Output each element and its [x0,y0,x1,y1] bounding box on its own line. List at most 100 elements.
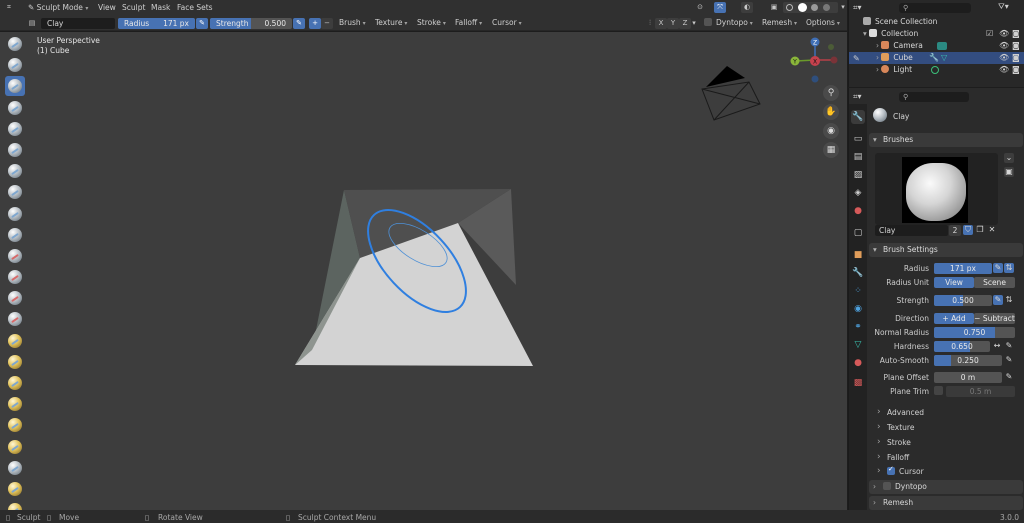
tool-fill[interactable] [5,267,25,287]
menu-falloff[interactable]: Falloff [455,18,482,27]
dyntopo-panel-header[interactable]: › Dyntopo [869,480,1023,494]
outliner-search-input[interactable]: ⚲ [899,3,971,13]
camera-view-icon[interactable]: ◉ [823,123,839,139]
tool-clay-thumb[interactable] [5,119,25,139]
menu-view[interactable]: View [98,3,116,12]
hardness-invert-icon[interactable]: ↔ [992,341,1002,351]
tool-thumb[interactable] [5,415,25,435]
solid-shading-icon[interactable] [798,3,807,12]
modifier-wrench-icon[interactable]: 🔧 [929,52,939,64]
radius-unit-scene-button[interactable]: Scene [974,277,1015,288]
direction-add-toggle[interactable]: + Add [934,313,974,324]
tool-crease[interactable] [5,204,25,224]
normal-radius-slider[interactable]: 0.750 [934,327,1015,338]
editor-type-icon[interactable]: ⌗ [3,2,15,13]
mesh-data-icon[interactable]: ▽ [941,52,947,64]
symmetry-x-button[interactable]: X [655,18,667,29]
direction-subtract-toggle[interactable]: − Subtract [974,313,1015,324]
zoom-icon[interactable]: ⚲ [823,85,839,101]
3d-viewport[interactable]: Z Y X User Perspective (1) Cube ⚲ ✋ ◉ ▦ [0,32,847,510]
plane-offset-pressure-icon[interactable]: ✎ [1004,372,1014,382]
tool-scrape[interactable] [5,288,25,308]
radius-pressure-icon[interactable]: ✎ [196,18,208,29]
tool-pinch[interactable] [5,331,25,351]
brush-preview[interactable] [875,153,998,225]
remesh-panel-header[interactable]: › Remesh [869,496,1023,510]
outliner-item-cube[interactable]: › Cube 🔧 ▽ 👁 ◙ [849,52,1024,64]
symmetry-y-button[interactable]: Y [667,18,679,29]
brush-name-field[interactable]: Clay [41,18,115,29]
unlink-brush-icon[interactable]: ✕ [987,225,997,235]
autosmooth-slider[interactable]: 0.250 [934,355,1002,366]
menu-face-sets[interactable]: Face Sets [177,3,213,12]
menu-options[interactable]: Options [806,18,840,27]
collection-checkbox-icon[interactable]: ☑ [986,28,993,40]
tab-data[interactable]: ▽ [851,338,865,352]
tool-clay[interactable] [5,76,25,97]
properties-search-input[interactable]: ⚲ [899,92,969,102]
autosmooth-pressure-icon[interactable]: ✎ [1004,355,1014,365]
props-strength-slider[interactable]: 0.500 [934,295,992,306]
strength-pressure-toggle-icon[interactable]: ✎ [993,295,1003,305]
tool-snake-hook[interactable] [5,394,25,414]
perspective-grid-icon[interactable]: ▦ [823,142,839,158]
dyntopo-panel-checkbox[interactable] [883,482,891,490]
camera-eye-icon[interactable]: 👁 [999,40,1009,52]
outliner-item-camera[interactable]: › Camera 👁 ◙ [849,40,1024,52]
tool-nudge[interactable] [5,458,25,478]
menu-cursor[interactable]: Cursor [492,18,522,27]
camera-data-icon[interactable] [937,42,947,50]
plane-offset-slider[interactable]: 0 m [934,372,1002,383]
direction-subtract-button[interactable]: − [321,18,333,29]
advanced-subpanel[interactable]: Advanced [877,407,924,417]
menu-remesh[interactable]: Remesh [762,18,797,27]
stroke-subpanel[interactable]: Stroke [877,437,911,447]
symmetry-options-icon[interactable]: ▾ [690,18,698,29]
outliner-item-light[interactable]: › Light 👁 ◙ [849,64,1024,76]
duplicate-brush-icon[interactable]: ❐ [975,225,985,235]
radius-unit-view-button[interactable]: View [934,277,974,288]
tool-layer[interactable] [5,140,25,160]
tool-pose[interactable] [5,437,25,457]
tool-draw[interactable] [5,34,25,54]
tab-modifiers[interactable]: 🔧 [851,266,865,280]
plane-trim-checkbox[interactable] [934,386,943,395]
outliner-scene-collection[interactable]: Scene Collection [849,16,1024,28]
brushes-panel-header[interactable]: Brushes [869,133,1023,147]
cube-render-icon[interactable]: ◙ [1012,52,1020,64]
menu-brush[interactable]: Brush [339,18,366,27]
brush-user-count[interactable]: 2 [949,225,961,236]
radius-pressure-toggle-icon[interactable]: ✎ [993,263,1003,273]
outliner-collection[interactable]: ▾ Collection ☑ 👁 ◙ [849,28,1024,40]
collection-eye-icon[interactable]: 👁 [999,28,1009,40]
tab-constraints[interactable]: ⚭ [851,320,865,334]
gizmo-toggle-icon[interactable]: ⤧ [714,2,726,13]
menu-mask[interactable]: Mask [151,3,170,12]
falloff-subpanel[interactable]: Falloff [877,452,909,462]
light-render-icon[interactable]: ◙ [1012,64,1020,76]
strength-slider[interactable]: Strength 0.500 [210,18,292,29]
tab-material[interactable]: ● [851,356,865,370]
menu-texture[interactable]: Texture [375,18,407,27]
xray-toggle-icon[interactable]: ▣ [768,2,780,13]
tab-particles[interactable]: ⁘ [851,284,865,298]
mode-selector[interactable]: ✎ Sculpt Mode [28,3,88,12]
gizmo-neg-z[interactable] [811,75,819,83]
props-radius-slider[interactable]: 171 px [934,263,992,274]
tab-collection[interactable]: ▢ [851,226,865,240]
tool-clay-strips[interactable] [5,98,25,118]
filter-icon[interactable]: ⛛▾ [998,2,1009,12]
radius-slider[interactable]: Radius 171 px [118,18,195,29]
brush-settings-panel-header[interactable]: Brush Settings [869,243,1023,257]
direction-add-button[interactable]: + [309,18,321,29]
scene-canvas[interactable]: Z Y X [0,32,847,510]
fake-user-shield-icon[interactable]: ⛉ [963,225,973,235]
dyntopo-toggle[interactable]: Dyntopo ▾ [704,18,753,27]
tab-physics[interactable]: ◉ [851,302,865,316]
brush-image-icon[interactable]: ▣ [1004,167,1014,177]
overlay-toggle-icon[interactable]: ◐ [741,2,753,13]
strength-tilt-toggle-icon[interactable]: ⇅ [1004,295,1014,305]
tab-view-layer[interactable]: ▨ [851,168,865,182]
view-object-types-icon[interactable]: ⊙ [694,2,706,13]
camera-render-icon[interactable]: ◙ [1012,40,1020,52]
